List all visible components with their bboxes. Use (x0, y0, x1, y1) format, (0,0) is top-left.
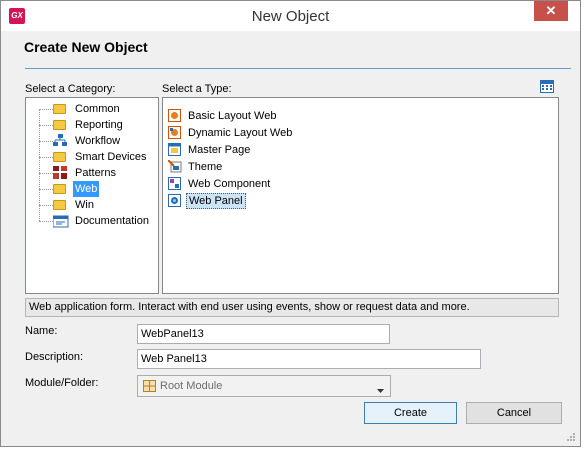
dynamic-layout-web-icon (168, 126, 182, 139)
tree-guide-line (39, 109, 53, 110)
folder-icon (53, 200, 66, 210)
title-bar[interactable]: GX New Object ✕ (1, 1, 580, 31)
module-folder-select[interactable]: Root Module (137, 375, 391, 397)
dialog-body: Create New Object Select a Category: Sel… (9, 31, 574, 440)
header-divider (25, 68, 571, 69)
folder-icon (53, 184, 66, 194)
folder-icon (53, 152, 66, 162)
category-tree[interactable]: Common Reporting Workflow Smart Devices (25, 97, 159, 294)
module-folder-value: Root Module (160, 380, 223, 392)
name-label: Name: (25, 325, 58, 337)
tree-guide-line (39, 157, 53, 158)
folder-icon (53, 120, 66, 130)
web-panel-icon (168, 194, 182, 207)
create-button[interactable]: Create (364, 402, 457, 424)
dialog-header: Create New Object (24, 39, 148, 55)
basic-layout-web-icon (168, 109, 182, 122)
web-component-icon (168, 177, 182, 190)
cancel-button[interactable]: Cancel (466, 402, 562, 424)
window-title: New Object (251, 8, 330, 25)
type-item-label: Dynamic Layout Web (188, 127, 293, 139)
tree-guide-line (39, 221, 53, 222)
documentation-icon (52, 214, 69, 228)
new-object-dialog: GX New Object ✕ Create New Object Select… (0, 0, 581, 447)
resize-grip-icon[interactable] (566, 432, 576, 442)
type-item-label: Theme (188, 161, 223, 173)
description-input[interactable]: Web Panel13 (137, 349, 481, 369)
module-folder-label: Module/Folder: (25, 377, 99, 389)
category-item-label: Smart Devices (75, 151, 147, 163)
module-icon (143, 380, 156, 392)
name-input[interactable]: WebPanel13 (137, 324, 390, 344)
tree-guide-line (39, 141, 53, 142)
tree-guide-line (39, 205, 53, 206)
patterns-icon (53, 166, 67, 179)
type-item-label: Master Page (188, 144, 251, 156)
folder-icon (53, 104, 66, 114)
close-button[interactable]: ✕ (534, 1, 568, 21)
tree-guide-line (39, 173, 53, 174)
type-description: Web application form. Interact with end … (25, 298, 559, 317)
tree-guide-line (39, 189, 53, 190)
chevron-down-icon[interactable] (377, 384, 384, 396)
category-item-label: Reporting (75, 119, 123, 131)
category-item-label: Web (73, 181, 100, 197)
category-item-label: Common (75, 103, 120, 115)
category-item-label: Win (75, 199, 94, 211)
category-label: Select a Category: (25, 83, 116, 95)
category-item-label: Patterns (75, 167, 116, 179)
category-item-label: Documentation (75, 215, 149, 227)
master-page-icon (168, 143, 182, 156)
tree-guide-line (39, 125, 53, 126)
category-item-label: Workflow (75, 135, 121, 147)
type-item-label: Web Component (188, 178, 271, 190)
view-mode-icon[interactable] (540, 80, 554, 93)
workflow-icon (53, 134, 67, 147)
theme-icon (167, 159, 182, 173)
type-list[interactable]: Basic Layout Web Dynamic Layout Web Mast… (162, 97, 559, 294)
type-item-label: Web Panel (186, 193, 246, 209)
type-label: Select a Type: (162, 83, 232, 95)
description-label: Description: (25, 351, 84, 363)
type-item-label: Basic Layout Web (188, 110, 277, 122)
